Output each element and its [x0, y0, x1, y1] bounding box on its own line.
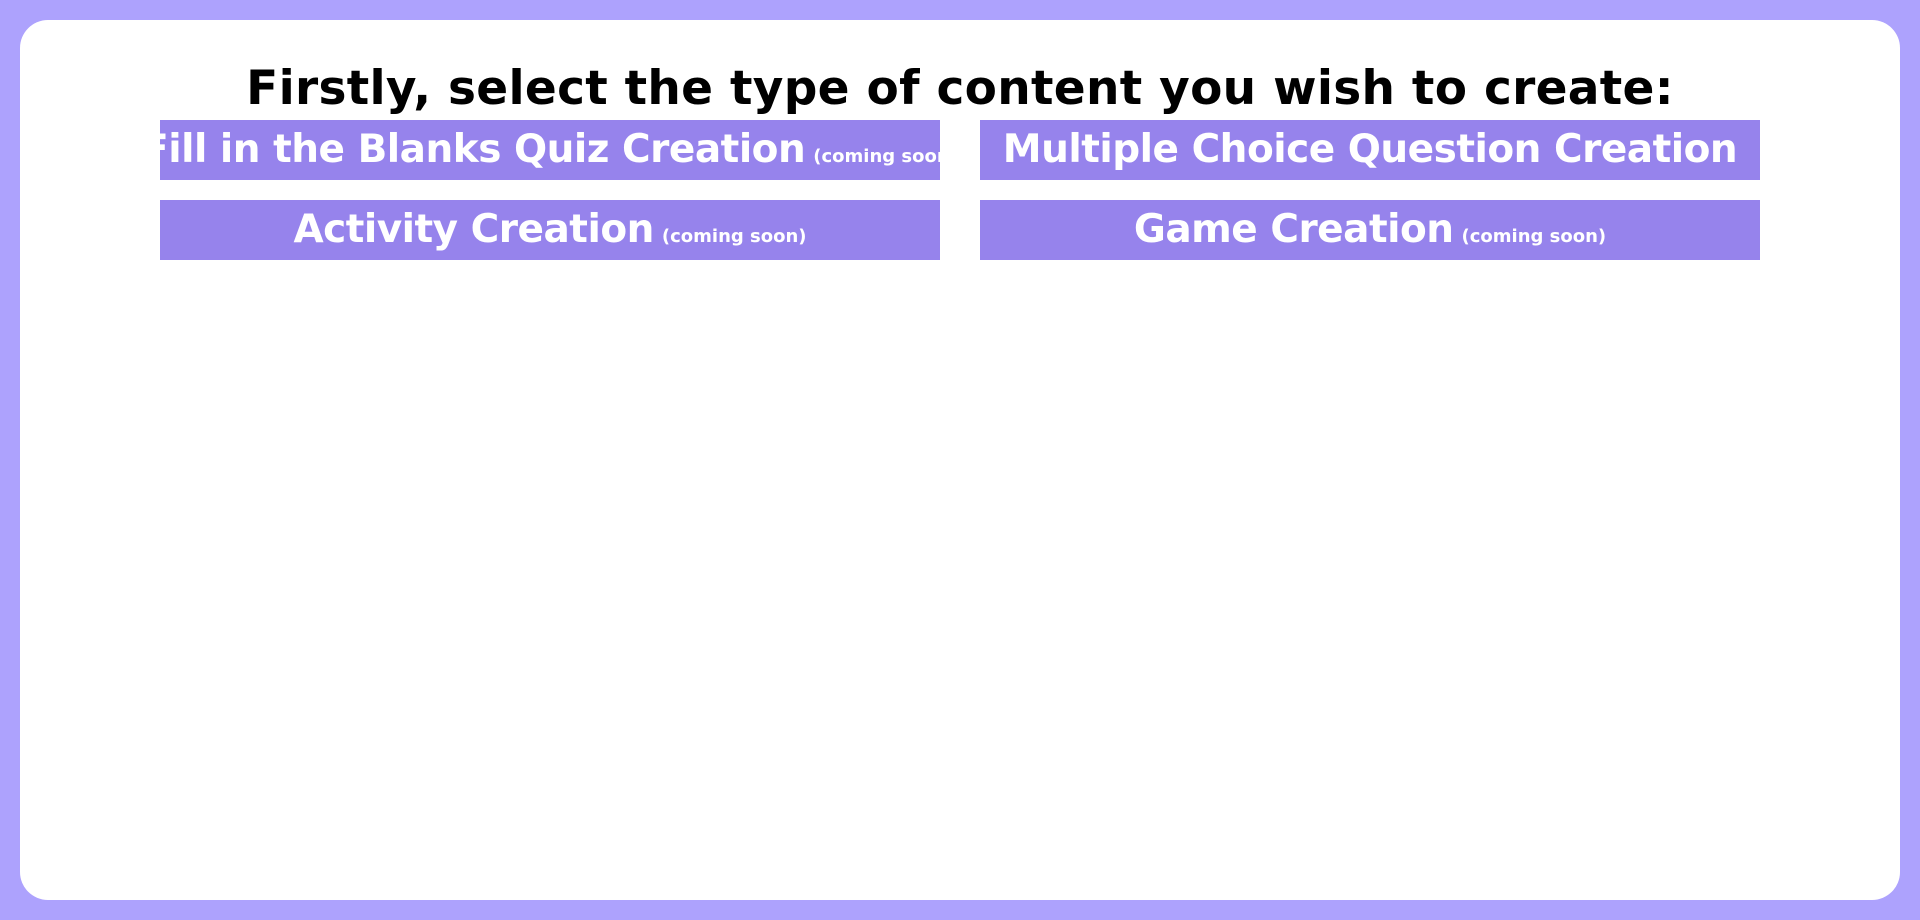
page-title: Firstly, select the type of content you … — [246, 61, 1674, 116]
content-panel: Firstly, select the type of content you … — [20, 20, 1900, 900]
activity-creation-button[interactable]: Activity Creation (coming soon) — [160, 200, 940, 260]
content-type-options: Fill in the Blanks Quiz Creation (coming… — [142, 120, 1760, 260]
fill-in-the-blanks-button[interactable]: Fill in the Blanks Quiz Creation (coming… — [142, 120, 958, 180]
coming-soon-note: (coming soon) — [813, 145, 958, 167]
option-label: Activity Creation — [293, 207, 654, 252]
option-label: Multiple Choice Question Creation — [1002, 127, 1738, 172]
coming-soon-note: (coming soon) — [661, 225, 807, 247]
multiple-choice-button[interactable]: Multiple Choice Question Creation — [980, 120, 1760, 180]
game-creation-button[interactable]: Game Creation (coming soon) — [980, 200, 1760, 260]
option-label: Fill in the Blanks Quiz Creation — [142, 127, 806, 172]
coming-soon-note: (coming soon) — [1461, 225, 1607, 247]
option-label: Game Creation — [1133, 207, 1454, 252]
